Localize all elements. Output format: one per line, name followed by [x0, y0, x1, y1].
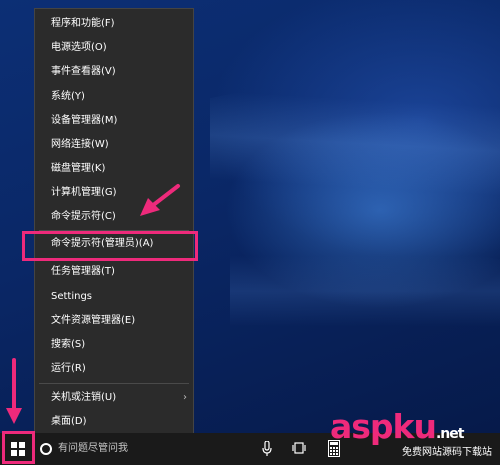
- menu-item-label: 磁盘管理(K): [51, 163, 106, 174]
- task-view-icon[interactable]: [292, 442, 306, 454]
- menu-item-settings[interactable]: Settings: [35, 286, 193, 308]
- menu-item-system[interactable]: 系统(Y): [35, 86, 193, 108]
- menu-item-label: 运行(R): [51, 363, 86, 374]
- menu-item-label: 计算机管理(G): [51, 187, 117, 198]
- menu-item-label: 系统(Y): [51, 91, 85, 102]
- menu-item-file-explorer[interactable]: 文件资源管理器(E): [35, 310, 193, 332]
- winx-context-menu: 程序和功能(F) 电源选项(O) 事件查看器(V) 系统(Y) 设备管理器(M)…: [34, 8, 194, 438]
- chevron-right-icon: ›: [183, 392, 187, 403]
- menu-item-label: 命令提示符(C): [51, 211, 116, 222]
- watermark-subtitle: 免费网站源码下载站: [402, 447, 492, 458]
- menu-item-label: 设备管理器(M): [51, 115, 118, 126]
- search-placeholder: 有问题尽管问我: [58, 443, 128, 454]
- menu-item-desktop[interactable]: 桌面(D): [35, 411, 193, 433]
- menu-item-label: 电源选项(O): [51, 42, 107, 53]
- menu-item-label: 程序和功能(F): [51, 18, 115, 29]
- menu-item-label: 关机或注销(U): [51, 392, 117, 403]
- menu-item-command-prompt[interactable]: 命令提示符(C): [35, 206, 193, 228]
- menu-item-event-viewer[interactable]: 事件查看器(V): [35, 61, 193, 83]
- menu-item-device-manager[interactable]: 设备管理器(M): [35, 110, 193, 132]
- menu-item-disk-management[interactable]: 磁盘管理(K): [35, 158, 193, 180]
- menu-item-network-connections[interactable]: 网络连接(W): [35, 134, 193, 156]
- menu-separator: [39, 383, 189, 384]
- highlight-box-start-button[interactable]: [2, 431, 35, 464]
- menu-item-label: 任务管理器(T): [51, 266, 115, 277]
- menu-item-computer-management[interactable]: 计算机管理(G): [35, 182, 193, 204]
- menu-item-power-options[interactable]: 电源选项(O): [35, 37, 193, 59]
- menu-item-search[interactable]: 搜索(S): [35, 334, 193, 356]
- watermark-tld: .net: [435, 426, 465, 442]
- cortana-circle-icon: [40, 443, 52, 455]
- menu-item-label: 文件资源管理器(E): [51, 315, 136, 326]
- menu-item-run[interactable]: 运行(R): [35, 358, 193, 380]
- menu-item-label: 搜索(S): [51, 339, 86, 350]
- menu-item-programs-features[interactable]: 程序和功能(F): [35, 13, 193, 35]
- menu-item-shutdown-signout[interactable]: 关机或注销(U) ›: [35, 387, 193, 409]
- menu-item-label: 桌面(D): [51, 416, 87, 427]
- menu-item-label: 事件查看器(V): [51, 66, 116, 77]
- watermark-brand: aspku: [330, 407, 437, 446]
- menu-item-label: Settings: [51, 291, 93, 302]
- highlight-box-command-prompt-admin: [22, 231, 198, 261]
- microphone-icon[interactable]: [262, 441, 272, 457]
- menu-item-label: 网络连接(W): [51, 139, 109, 150]
- menu-item-task-manager[interactable]: 任务管理器(T): [35, 261, 193, 283]
